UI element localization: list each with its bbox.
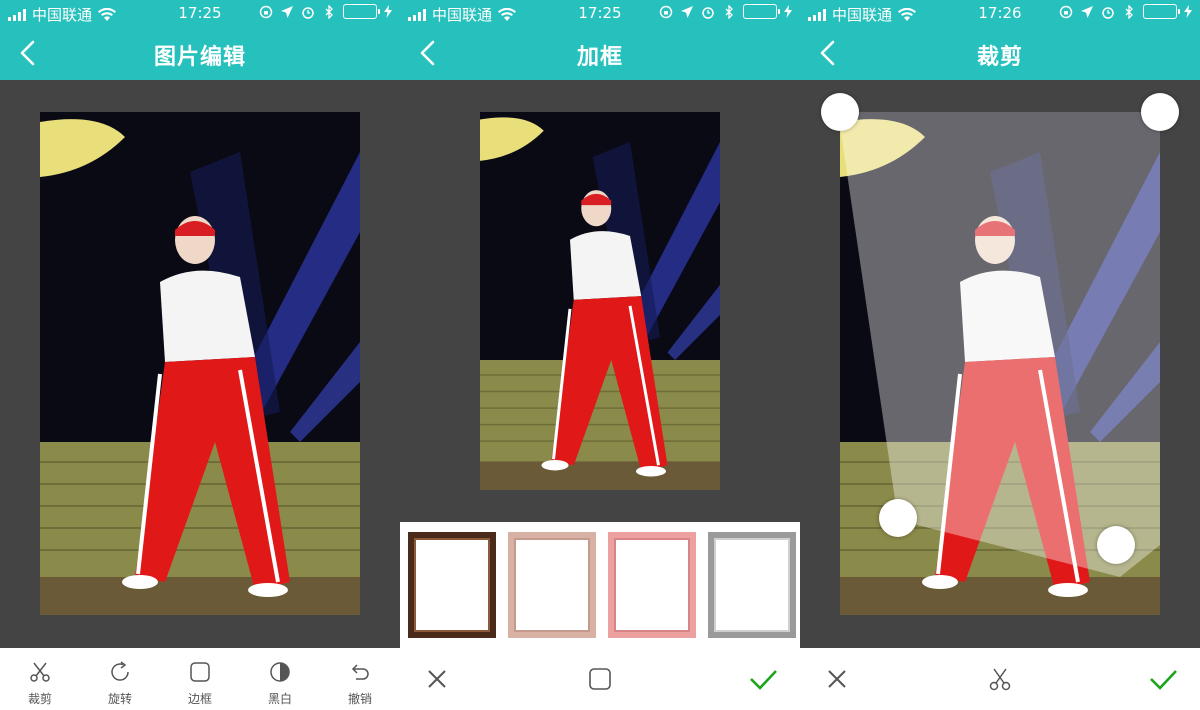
scissors-icon: [30, 662, 50, 682]
frame-option-silver[interactable]: [708, 532, 796, 638]
crop-handle-bottom-left[interactable]: [879, 499, 917, 537]
alarm-icon: [1102, 6, 1114, 19]
page-title: 加框: [576, 45, 623, 70]
nav-bar: 裁剪: [800, 26, 1200, 80]
location-icon: [281, 5, 293, 18]
battery-icon: [1143, 4, 1180, 19]
bluetooth-icon: [1125, 4, 1133, 19]
rotation-lock-icon: [659, 5, 673, 18]
frame-icon[interactable]: [585, 664, 615, 694]
edit-toolbar: 裁剪 旋转 边框 黑白 撤销: [0, 648, 400, 710]
undo-tool-button[interactable]: 撤销: [320, 648, 400, 710]
rotate-tool-button[interactable]: 旋转: [80, 648, 160, 710]
undo-icon: [351, 664, 369, 680]
crop-handle-top-left[interactable]: [821, 93, 859, 131]
crop-handle-top-right[interactable]: [1141, 93, 1179, 131]
frame-tool-label: 边框: [187, 692, 212, 706]
bluetooth-icon: [325, 4, 333, 19]
status-bar: 中国联通 17:25: [400, 0, 800, 26]
frame-option-beige[interactable]: [508, 532, 596, 638]
charging-icon: [1184, 5, 1192, 18]
frame-picker: [400, 522, 800, 648]
scissors-icon[interactable]: [985, 664, 1015, 694]
bluetooth-icon: [725, 4, 733, 19]
frame-tool-button[interactable]: 边框: [160, 648, 240, 710]
image-canvas: [400, 80, 800, 522]
image-edit-screen: 中国联通 17:25 图片编辑 裁剪 旋转 边框 黑白 撤销: [0, 0, 400, 710]
status-bar: 中国联通 17:26: [800, 0, 1200, 26]
image-canvas: [0, 80, 400, 648]
close-icon[interactable]: [822, 664, 852, 694]
alarm-icon: [702, 6, 714, 19]
crop-screen: 中国联通 17:26 裁剪: [800, 0, 1200, 710]
alarm-icon: [302, 6, 314, 19]
contrast-icon: [270, 662, 290, 682]
frame-action-bar: [400, 648, 800, 710]
frame-icon: [190, 662, 210, 682]
frame-option-dark-wood[interactable]: [408, 532, 496, 638]
photo: [480, 112, 720, 490]
add-frame-screen: 中国联通 17:25 加框: [400, 0, 800, 710]
bw-tool-button[interactable]: 黑白: [240, 648, 320, 710]
page-title: 裁剪: [976, 45, 1023, 70]
location-icon: [681, 5, 693, 18]
rotation-lock-icon: [259, 5, 273, 18]
crop-tool-button[interactable]: 裁剪: [0, 648, 80, 710]
battery-icon: [743, 4, 780, 19]
nav-bar: 加框: [400, 26, 800, 80]
location-icon: [1081, 5, 1093, 18]
crop-action-bar: [800, 648, 1200, 710]
page-title: 图片编辑: [153, 45, 246, 70]
battery-icon: [343, 4, 380, 19]
rotate-icon: [111, 661, 129, 681]
charging-icon: [784, 5, 792, 18]
nav-bar: 图片编辑: [0, 26, 400, 80]
rotate-tool-label: 旋转: [107, 692, 132, 706]
undo-tool-label: 撤销: [347, 692, 372, 706]
check-icon[interactable]: [1148, 664, 1178, 694]
rotation-lock-icon: [1059, 5, 1073, 18]
charging-icon: [384, 5, 392, 18]
status-bar: 中国联通 17:25: [0, 0, 400, 26]
image-canvas: [800, 80, 1200, 648]
close-icon[interactable]: [422, 664, 452, 694]
frame-option-pink[interactable]: [608, 532, 696, 638]
crop-handle-bottom-right[interactable]: [1097, 526, 1135, 564]
check-icon[interactable]: [748, 664, 778, 694]
photo: [40, 112, 360, 615]
bw-tool-label: 黑白: [267, 692, 292, 706]
crop-tool-label: 裁剪: [27, 692, 52, 706]
